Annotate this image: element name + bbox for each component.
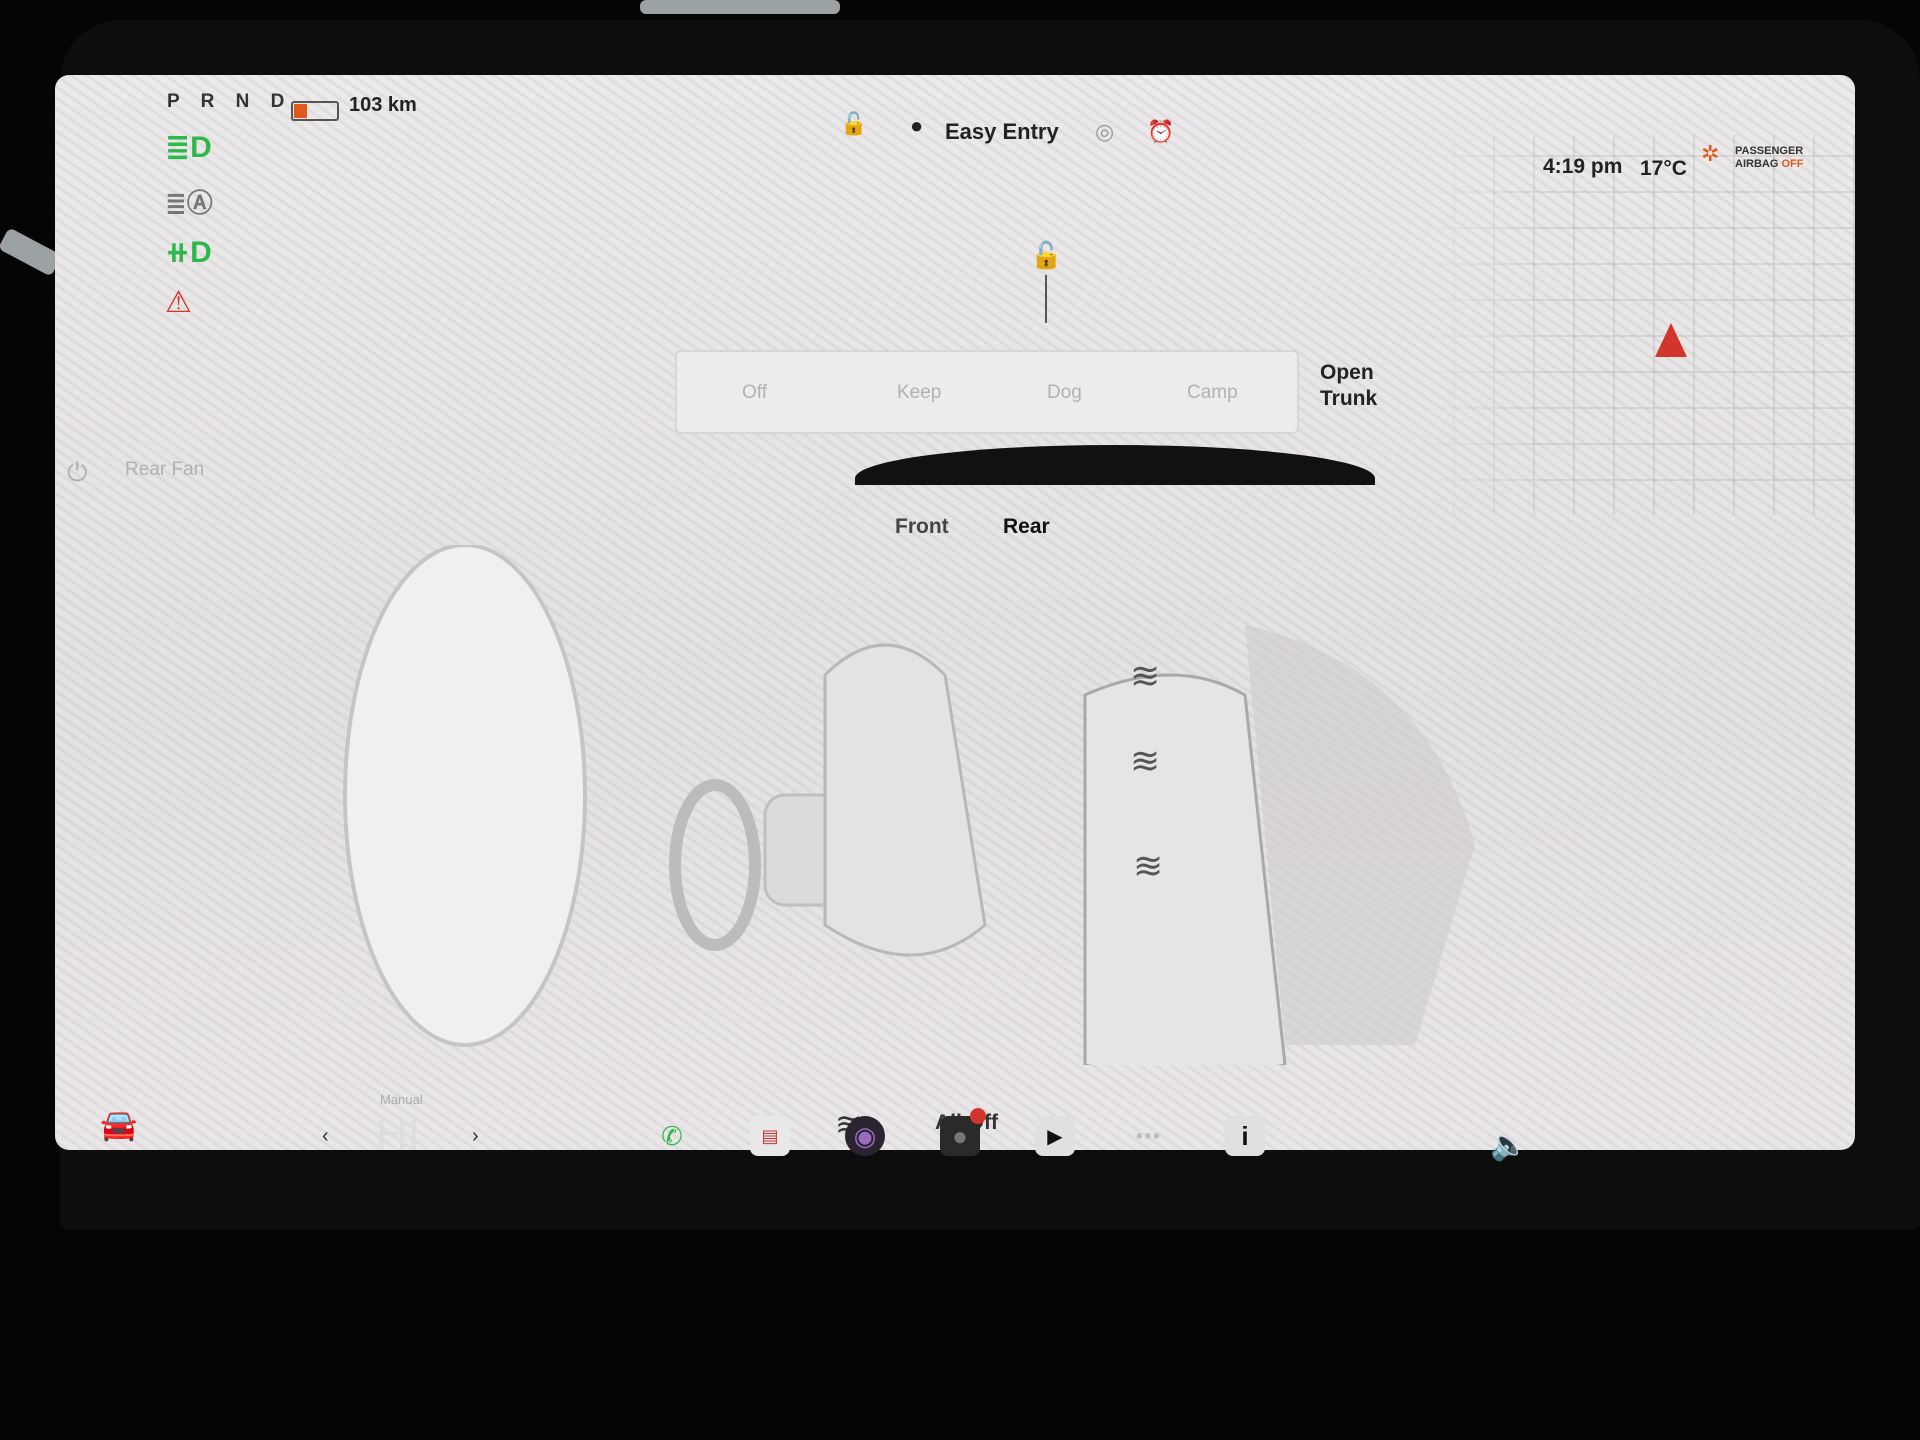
climate-mode-bar: Off Keep Dog Camp [675, 350, 1299, 434]
power-icon[interactable]: ⏻ [67, 457, 88, 489]
mode-camp-button[interactable]: Camp [1187, 382, 1238, 404]
rear-right-seat-heater-icon[interactable]: ≋ [1133, 845, 1163, 887]
profile-icon[interactable]: ● [910, 113, 923, 139]
outside-temperature: 17°C [1640, 157, 1687, 180]
tab-front[interactable]: Front [895, 515, 949, 539]
car-roof-silhouette [855, 445, 1375, 485]
mode-off-button[interactable]: Off [742, 382, 767, 404]
seatbelt-warning-icon: ⚠ [165, 286, 192, 319]
climate-mode-label: Manual [380, 1092, 423, 1107]
temp-up-chevron-icon[interactable]: › [472, 1125, 479, 1148]
touchscreen: P R N D 103 km ≣D ≣Ⓐ ⧺D ⚠ 🔓 ● Easy Entry… [55, 75, 1855, 1150]
gear-selector: P R N D [167, 91, 293, 112]
calendar-icon[interactable]: ▤ [750, 1116, 790, 1156]
media-icon[interactable]: ▶ [1035, 1116, 1075, 1156]
clock: 4:19 pm [1543, 155, 1623, 178]
lock-icon[interactable]: 🔓 [840, 111, 867, 137]
car-interior-render [343, 545, 1475, 1065]
airbag-icon: ✲ [1701, 141, 1720, 166]
headlights-icon: ≣D [165, 131, 212, 164]
homelink-icon[interactable]: ◎ [1095, 119, 1114, 145]
rear-fan-label[interactable]: Rear Fan [125, 459, 204, 481]
phone-icon[interactable]: ✆ [652, 1116, 692, 1156]
fog-light-icon: ⧺D [165, 236, 212, 269]
rear-shadow [1245, 625, 1475, 1045]
cabin-temperature[interactable]: HI [376, 1110, 420, 1160]
airbag-label-line2: AIRBAG [1735, 158, 1779, 170]
battery-fill [294, 104, 307, 118]
dashcam-recording-badge [970, 1108, 986, 1124]
bottom-dock: 🚘 ‹ Manual HI › ✆ ▤ ◉ ● ▶ ⋯ i 🔈 [60, 1080, 1860, 1230]
trunk-lock-icon[interactable]: 🔓 [1030, 240, 1062, 271]
battery-icon [291, 101, 339, 121]
front-windshield [343, 545, 587, 1047]
trunk-pointer-line [1045, 275, 1047, 323]
tab-rear[interactable]: Rear [1003, 515, 1050, 539]
more-icon[interactable]: ⋯ [1128, 1116, 1168, 1156]
volume-icon[interactable]: 🔈 [1490, 1128, 1527, 1163]
rear-bench [1083, 673, 1287, 1065]
driver-profile[interactable]: Easy Entry [945, 119, 1059, 145]
passenger-airbag-status: ✲ PASSENGER AIRBAG OFF [1701, 143, 1840, 185]
airbag-label-line1: PASSENGER [1735, 145, 1804, 157]
navigation-arrow-icon [1655, 323, 1687, 357]
airbag-status: OFF [1781, 158, 1804, 170]
ceiling-light [640, 0, 840, 14]
camera-icon[interactable]: ◉ [845, 1116, 885, 1156]
trunk-label-line2: Trunk [1320, 387, 1378, 410]
ceiling-light [0, 227, 63, 277]
mode-dog-button[interactable]: Dog [1047, 382, 1082, 404]
map-view[interactable] [1415, 135, 1855, 515]
rear-center-seat-heater-icon[interactable]: ≋ [1130, 740, 1160, 782]
manual-icon[interactable]: i [1225, 1116, 1265, 1156]
open-trunk-button[interactable]: Open Trunk [1320, 360, 1377, 412]
car-icon[interactable]: 🚘 [100, 1108, 137, 1143]
range-readout: 103 km [349, 94, 417, 116]
auto-highbeam-icon: ≣Ⓐ [165, 188, 213, 218]
alarm-icon[interactable]: ⏰ [1147, 119, 1174, 145]
front-seat [823, 643, 987, 957]
trunk-label-line1: Open [1320, 361, 1374, 384]
steering-wheel [669, 779, 761, 951]
mode-keep-button[interactable]: Keep [897, 382, 941, 404]
temp-down-chevron-icon[interactable]: ‹ [322, 1125, 329, 1148]
rear-left-seat-heater-icon[interactable]: ≋ [1130, 655, 1160, 697]
